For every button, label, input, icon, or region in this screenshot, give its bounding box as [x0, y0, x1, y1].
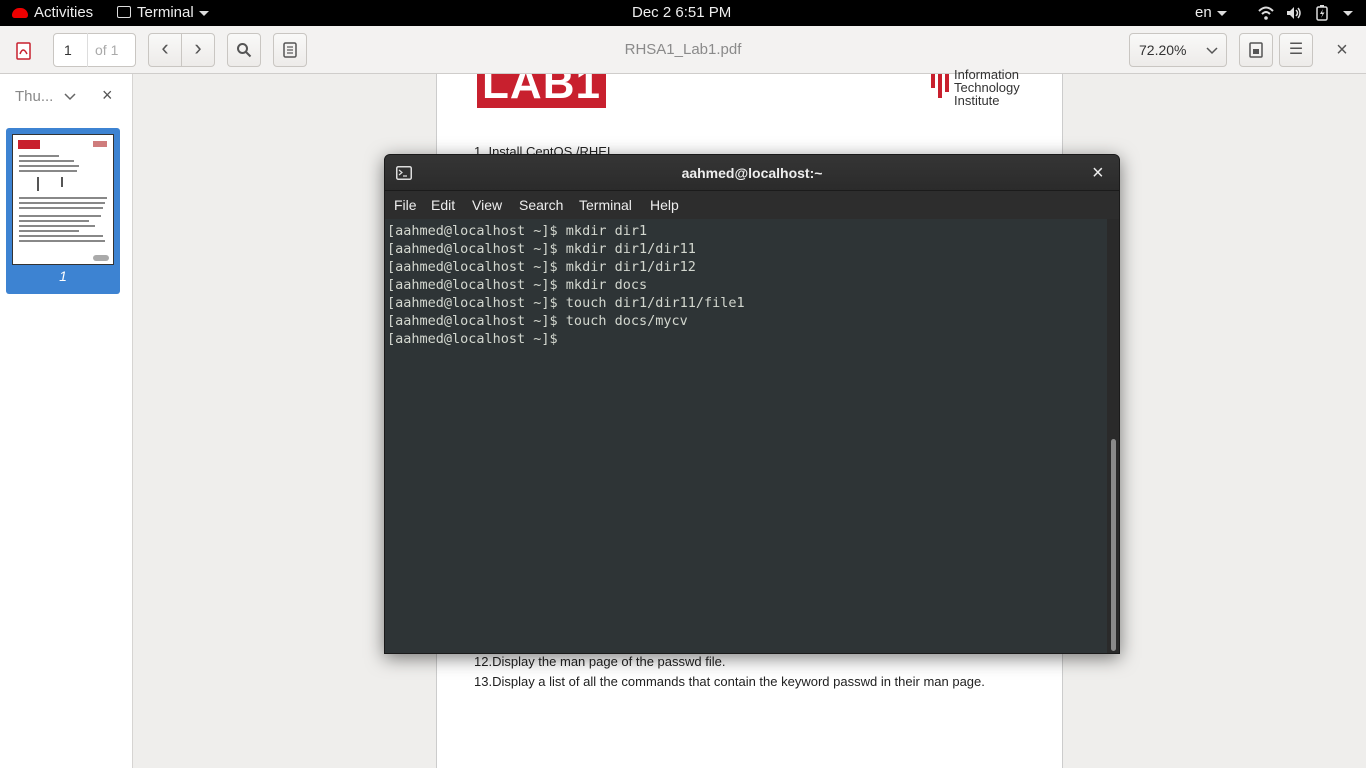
terminal-scrollbar[interactable]	[1107, 219, 1119, 653]
sidebar-header: Thu... ×	[0, 74, 132, 120]
terminal-line: [aahmed@localhost ~]$ mkdir dir1/dir12	[387, 259, 696, 275]
terminal-line: [aahmed@localhost ~]$ mkdir dir1/dir11	[387, 241, 696, 257]
institute-name: Information Technology Institute	[954, 67, 1020, 108]
chevron-down-icon[interactable]	[64, 93, 76, 101]
system-menu-chevron-icon[interactable]	[1343, 11, 1353, 16]
language-menu[interactable]: en	[1195, 0, 1227, 26]
terminal-titlebar[interactable]: aahmed@localhost:~ ×	[385, 155, 1119, 191]
previous-page-button[interactable]: ‹	[148, 33, 182, 67]
terminal-line: [aahmed@localhost ~]$ touch dir1/dir11/f…	[387, 295, 745, 311]
menu-search[interactable]: Search	[519, 191, 563, 219]
annotations-button[interactable]	[273, 33, 307, 67]
page-total: of 1	[95, 42, 119, 58]
menu-view[interactable]: View	[472, 191, 502, 219]
terminal-window[interactable]: aahmed@localhost:~ × File Edit View Sear…	[384, 154, 1120, 654]
lab-task-12: 12.Display the man page of the passwd fi…	[474, 654, 726, 669]
thumbnail-page-number: 1	[59, 268, 67, 284]
chevron-down-icon	[1206, 47, 1218, 55]
page-thumbnail[interactable]: 1	[6, 128, 120, 294]
thumbnail-preview	[12, 134, 114, 265]
main-menu-button[interactable]: ☰	[1279, 33, 1313, 67]
sidebar: Thu... × 1	[0, 74, 133, 768]
next-page-button[interactable]: ›	[181, 33, 215, 67]
chevron-down-icon	[1216, 10, 1227, 16]
chevron-left-icon: ‹	[161, 35, 169, 60]
app-menu-button[interactable]: Terminal	[117, 0, 209, 26]
language-label: en	[1195, 4, 1212, 21]
close-window-button[interactable]: ×	[1330, 33, 1354, 67]
evince-app-icon[interactable]	[15, 42, 33, 60]
terminal-line: [aahmed@localhost ~]$ touch docs/mycv	[387, 313, 688, 329]
zoom-selector[interactable]: 72.20%	[1129, 33, 1227, 67]
terminal-icon	[396, 166, 412, 180]
document-viewer-toolbar: RHSA1_Lab1.pdf 1 of 1 ‹ › 72.20% ☰ ×	[0, 26, 1366, 74]
institute-logo: Information Technology Institute	[931, 68, 1041, 107]
zoom-level: 72.20%	[1139, 42, 1187, 58]
page-selector[interactable]: 1 of 1	[53, 33, 136, 67]
battery-icon[interactable]	[1316, 5, 1328, 21]
page-number-input[interactable]: 1	[64, 34, 72, 66]
page-view-button[interactable]	[1239, 33, 1273, 67]
sidebar-mode-label[interactable]: Thu...	[15, 88, 53, 105]
terminal-output[interactable]: [aahmed@localhost ~]$ mkdir dir1 [aahmed@…	[385, 219, 1107, 653]
search-button[interactable]	[227, 33, 261, 67]
lab-task-13: 13.Display a list of all the commands th…	[474, 674, 985, 689]
menu-terminal[interactable]: Terminal	[579, 191, 632, 219]
terminal-close-button[interactable]: ×	[1092, 155, 1104, 191]
chevron-down-icon	[198, 10, 209, 16]
terminal-line: [aahmed@localhost ~]$ mkdir docs	[387, 277, 648, 293]
document-icon	[1249, 42, 1263, 58]
lab-logo: LAB1	[477, 74, 606, 108]
volume-icon[interactable]	[1286, 6, 1302, 20]
annotation-icon	[283, 42, 297, 58]
hamburger-menu-icon: ☰	[1288, 41, 1304, 58]
clock[interactable]: Dec 2 6:51 PM	[632, 0, 731, 26]
activities-button[interactable]: Activities	[12, 0, 93, 26]
search-icon	[237, 43, 252, 58]
app-menu-label: Terminal	[137, 4, 194, 21]
menu-file[interactable]: File	[394, 191, 417, 219]
gnome-top-bar: Activities Terminal Dec 2 6:51 PM en	[0, 0, 1366, 26]
terminal-prompt-line: [aahmed@localhost ~]$	[387, 331, 566, 347]
institute-logo-mark	[931, 74, 955, 100]
terminal-line: [aahmed@localhost ~]$ mkdir dir1	[387, 223, 648, 239]
terminal-title: aahmed@localhost:~	[681, 165, 823, 181]
activities-label: Activities	[34, 4, 94, 21]
menu-edit[interactable]: Edit	[431, 191, 455, 219]
redhat-icon	[12, 8, 28, 19]
close-icon: ×	[1336, 39, 1348, 61]
close-sidebar-button[interactable]: ×	[102, 85, 113, 106]
terminal-menubar: File Edit View Search Terminal Help	[385, 191, 1119, 219]
menu-help[interactable]: Help	[650, 191, 679, 219]
scrollbar-thumb[interactable]	[1111, 439, 1116, 651]
wifi-icon[interactable]	[1258, 6, 1274, 20]
terminal-icon	[117, 6, 131, 19]
chevron-right-icon: ›	[194, 35, 202, 60]
